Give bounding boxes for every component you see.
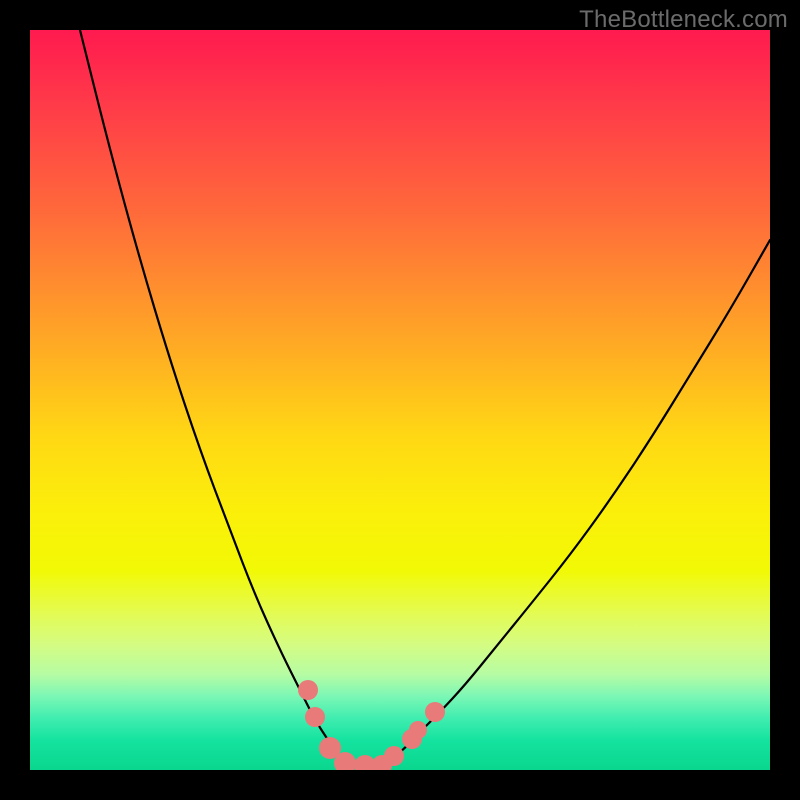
left-curve	[80, 30, 346, 765]
marker-dot	[384, 746, 404, 766]
right-curve	[385, 240, 770, 765]
watermark-text: TheBottleneck.com	[579, 6, 788, 34]
marker-dot	[425, 702, 445, 722]
chart-frame	[30, 30, 770, 770]
bottom-markers	[298, 680, 445, 770]
chart-svg	[30, 30, 770, 770]
marker-dot	[409, 721, 427, 739]
marker-dot	[305, 707, 325, 727]
marker-dot	[298, 680, 318, 700]
